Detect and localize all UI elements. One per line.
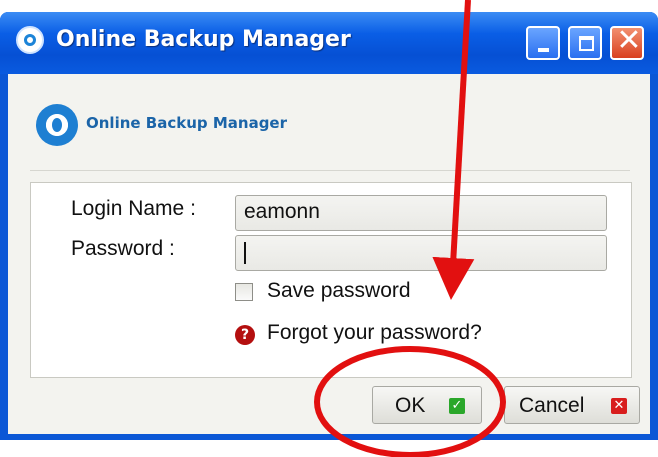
cancel-button-label: Cancel bbox=[519, 394, 585, 417]
forgot-password-link[interactable]: Forgot your password? bbox=[267, 321, 482, 345]
login-panel: Login Name : eamonn Password : Save pass… bbox=[30, 182, 632, 378]
ok-button[interactable]: OK ✓ bbox=[372, 386, 482, 424]
close-button[interactable]: ✕ bbox=[610, 23, 644, 60]
login-name-input[interactable]: eamonn bbox=[235, 195, 607, 231]
login-name-label: Login Name : bbox=[71, 197, 196, 220]
title-bar[interactable]: Online Backup Manager ✕ bbox=[0, 12, 658, 74]
dialog-body: Online Backup Manager Login Name : eamon… bbox=[8, 74, 650, 434]
app-logo-icon bbox=[16, 26, 44, 54]
login-dialog-window: Online Backup Manager ✕ Online Backup Ma… bbox=[0, 12, 658, 440]
x-icon: ✕ bbox=[611, 398, 627, 414]
brand-logo-icon bbox=[36, 104, 78, 146]
brand-name: Online Backup Manager bbox=[86, 114, 288, 132]
save-password-checkbox[interactable] bbox=[235, 283, 253, 301]
check-icon: ✓ bbox=[449, 398, 465, 414]
cancel-button[interactable]: Cancel ✕ bbox=[504, 386, 640, 424]
question-icon: ? bbox=[235, 325, 255, 345]
text-cursor bbox=[244, 242, 246, 264]
password-input[interactable] bbox=[235, 235, 607, 271]
login-name-value: eamonn bbox=[244, 200, 320, 223]
ok-button-label: OK bbox=[395, 394, 426, 417]
password-label: Password : bbox=[71, 237, 175, 260]
divider bbox=[30, 170, 630, 171]
window-title: Online Backup Manager bbox=[56, 27, 351, 52]
minimize-icon bbox=[538, 48, 549, 52]
maximize-icon bbox=[579, 36, 594, 51]
save-password-label[interactable]: Save password bbox=[267, 279, 411, 303]
close-icon: ✕ bbox=[616, 23, 642, 58]
minimize-button[interactable] bbox=[526, 26, 560, 60]
maximize-button[interactable] bbox=[568, 26, 602, 60]
